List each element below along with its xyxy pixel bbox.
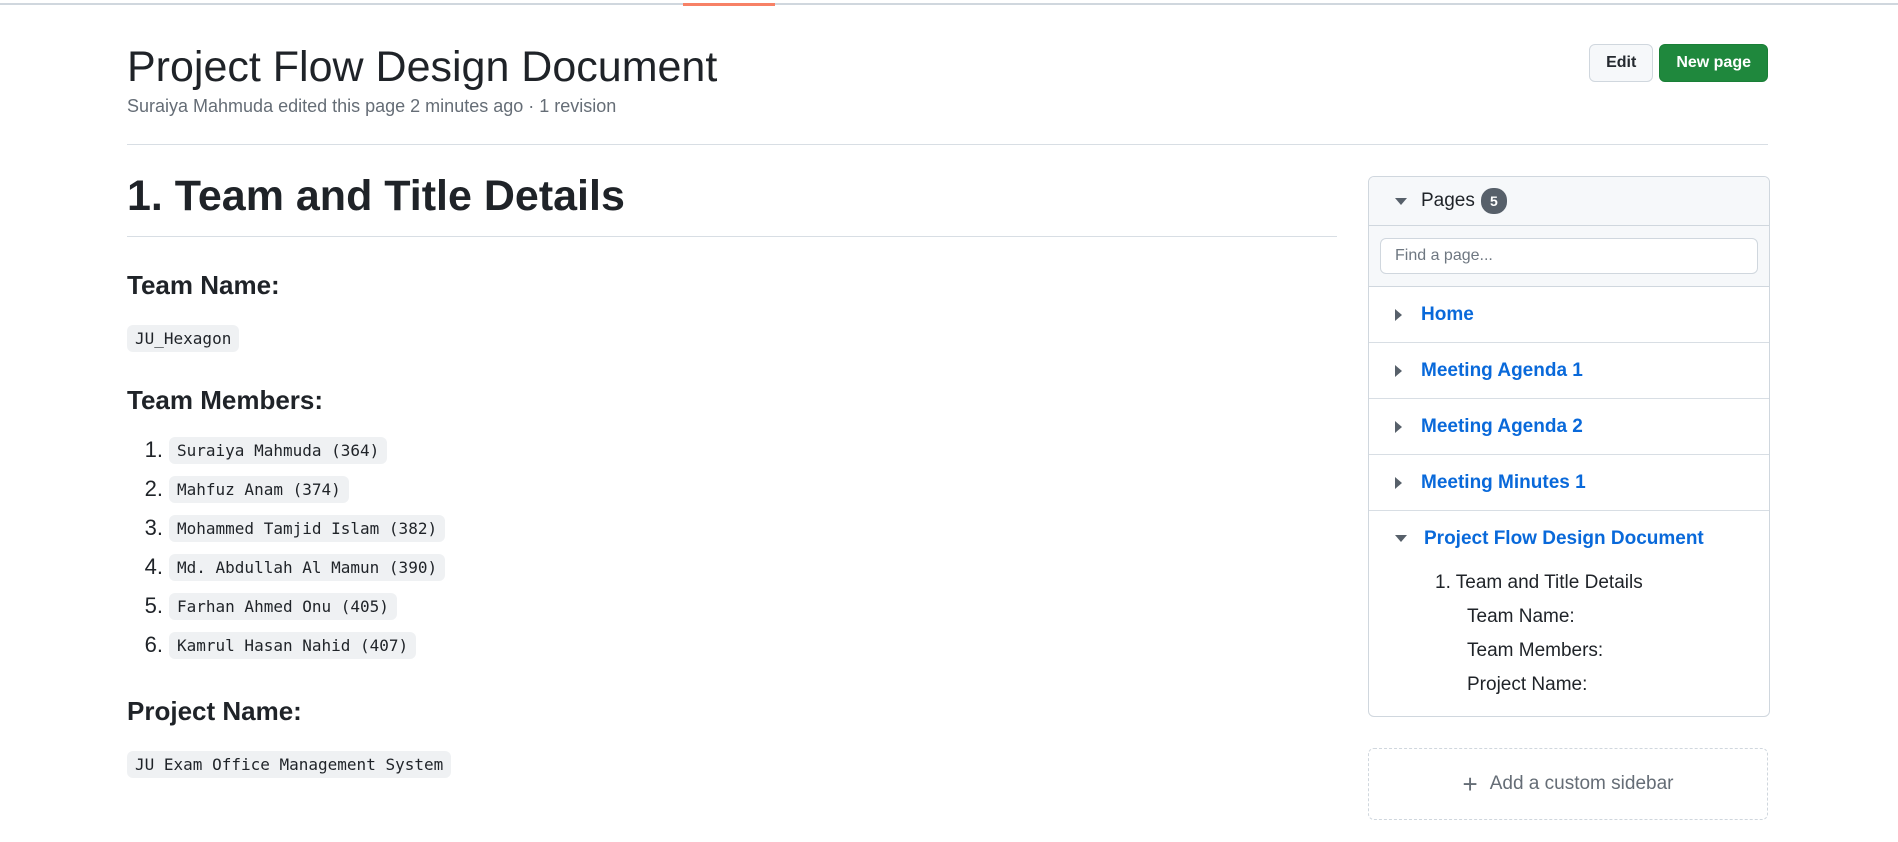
toc-item[interactable]: Team Name: bbox=[1369, 600, 1769, 634]
sidebar-item-meeting-minutes-1[interactable]: Meeting Minutes 1 bbox=[1369, 455, 1769, 511]
team-name-value: JU_Hexagon bbox=[127, 325, 240, 353]
page-title: Project Flow Design Document bbox=[127, 43, 718, 91]
list-item: 5. Farhan Ahmed Onu (405) bbox=[127, 587, 1337, 626]
project-name-heading: Project Name: bbox=[127, 695, 302, 726]
toc-item[interactable]: Project Name: bbox=[1369, 668, 1769, 702]
chevron-right-icon[interactable] bbox=[1395, 308, 1402, 321]
list-item: 1. Suraiya Mahmuda (364) bbox=[127, 431, 1337, 470]
list-number: 3. bbox=[144, 515, 163, 541]
active-tab-indicator bbox=[683, 3, 775, 6]
team-members-heading: Team Members: bbox=[127, 385, 324, 416]
page-header: Project Flow Design Document Suraiya Mah… bbox=[127, 36, 1768, 145]
member-name: Md. Abdullah Al Mamun (390) bbox=[169, 553, 446, 581]
page-toc: 1. Team and Title Details Team Name: Tea… bbox=[1369, 566, 1769, 716]
find-page-input[interactable] bbox=[1380, 238, 1758, 274]
chevron-right-icon[interactable] bbox=[1395, 476, 1402, 489]
add-custom-sidebar-label: Add a custom sidebar bbox=[1489, 773, 1674, 794]
page-search bbox=[1369, 226, 1769, 287]
list-number: 6. bbox=[144, 632, 163, 658]
list-item: 4. Md. Abdullah Al Mamun (390) bbox=[127, 548, 1337, 587]
header-actions: Edit New page bbox=[1589, 44, 1768, 82]
list-number: 5. bbox=[144, 593, 163, 619]
sidebar-item-project-flow-design-document[interactable]: Project Flow Design Document bbox=[1369, 511, 1769, 566]
pages-count-badge: 5 bbox=[1480, 188, 1507, 214]
pages-title: Pages bbox=[1421, 190, 1475, 211]
sidebar-item-meeting-agenda-2[interactable]: Meeting Agenda 2 bbox=[1369, 399, 1769, 455]
top-border bbox=[0, 3, 1898, 5]
edit-button[interactable]: Edit bbox=[1589, 44, 1654, 82]
wiki-content: 1. Team and Title Details Team Name: JU_… bbox=[127, 170, 1337, 779]
toc-item[interactable]: Team Members: bbox=[1369, 634, 1769, 668]
pages-sidebar: Pages 5 Home Meeting Agenda 1 Meeting Ag… bbox=[1368, 176, 1770, 717]
member-name: Kamrul Hasan Nahid (407) bbox=[169, 631, 417, 659]
chevron-down-icon[interactable] bbox=[1395, 535, 1407, 542]
member-name: Mohammed Tamjid Islam (382) bbox=[169, 514, 446, 542]
member-name: Mahfuz Anam (374) bbox=[169, 475, 349, 503]
page-link[interactable]: Project Flow Design Document bbox=[1424, 528, 1704, 550]
sidebar-item-meeting-agenda-1[interactable]: Meeting Agenda 1 bbox=[1369, 343, 1769, 399]
page-link[interactable]: Meeting Agenda 1 bbox=[1421, 360, 1583, 382]
list-item: 2. Mahfuz Anam (374) bbox=[127, 470, 1337, 509]
project-name-value: JU Exam Office Management System bbox=[127, 751, 452, 779]
pages-header[interactable]: Pages 5 bbox=[1369, 177, 1769, 226]
list-item: 6. Kamrul Hasan Nahid (407) bbox=[127, 626, 1337, 665]
section-heading: 1. Team and Title Details bbox=[127, 170, 1337, 237]
page-link[interactable]: Meeting Minutes 1 bbox=[1421, 472, 1586, 494]
new-page-button[interactable]: New page bbox=[1659, 44, 1768, 82]
plus-icon: + bbox=[1462, 769, 1478, 799]
member-name: Suraiya Mahmuda (364) bbox=[169, 436, 388, 464]
sidebar-item-home[interactable]: Home bbox=[1369, 287, 1769, 343]
member-name: Farhan Ahmed Onu (405) bbox=[169, 592, 397, 620]
team-members-list: 1. Suraiya Mahmuda (364) 2. Mahfuz Anam (3… bbox=[127, 431, 1337, 665]
page-link[interactable]: Home bbox=[1421, 304, 1474, 326]
page-link[interactable]: Meeting Agenda 2 bbox=[1421, 416, 1583, 438]
chevron-right-icon[interactable] bbox=[1395, 364, 1402, 377]
list-number: 2. bbox=[144, 476, 163, 502]
team-name-heading: Team Name: bbox=[127, 269, 280, 300]
list-item: 3. Mohammed Tamjid Islam (382) bbox=[127, 509, 1337, 548]
add-custom-sidebar-button[interactable]: + Add a custom sidebar bbox=[1368, 748, 1768, 820]
chevron-right-icon[interactable] bbox=[1395, 420, 1402, 433]
page-edit-meta: Suraiya Mahmuda edited this page 2 minut… bbox=[127, 96, 617, 116]
chevron-down-icon[interactable] bbox=[1395, 197, 1407, 205]
list-number: 4. bbox=[144, 554, 163, 580]
toc-item[interactable]: 1. Team and Title Details bbox=[1369, 566, 1769, 600]
list-number: 1. bbox=[144, 437, 163, 463]
